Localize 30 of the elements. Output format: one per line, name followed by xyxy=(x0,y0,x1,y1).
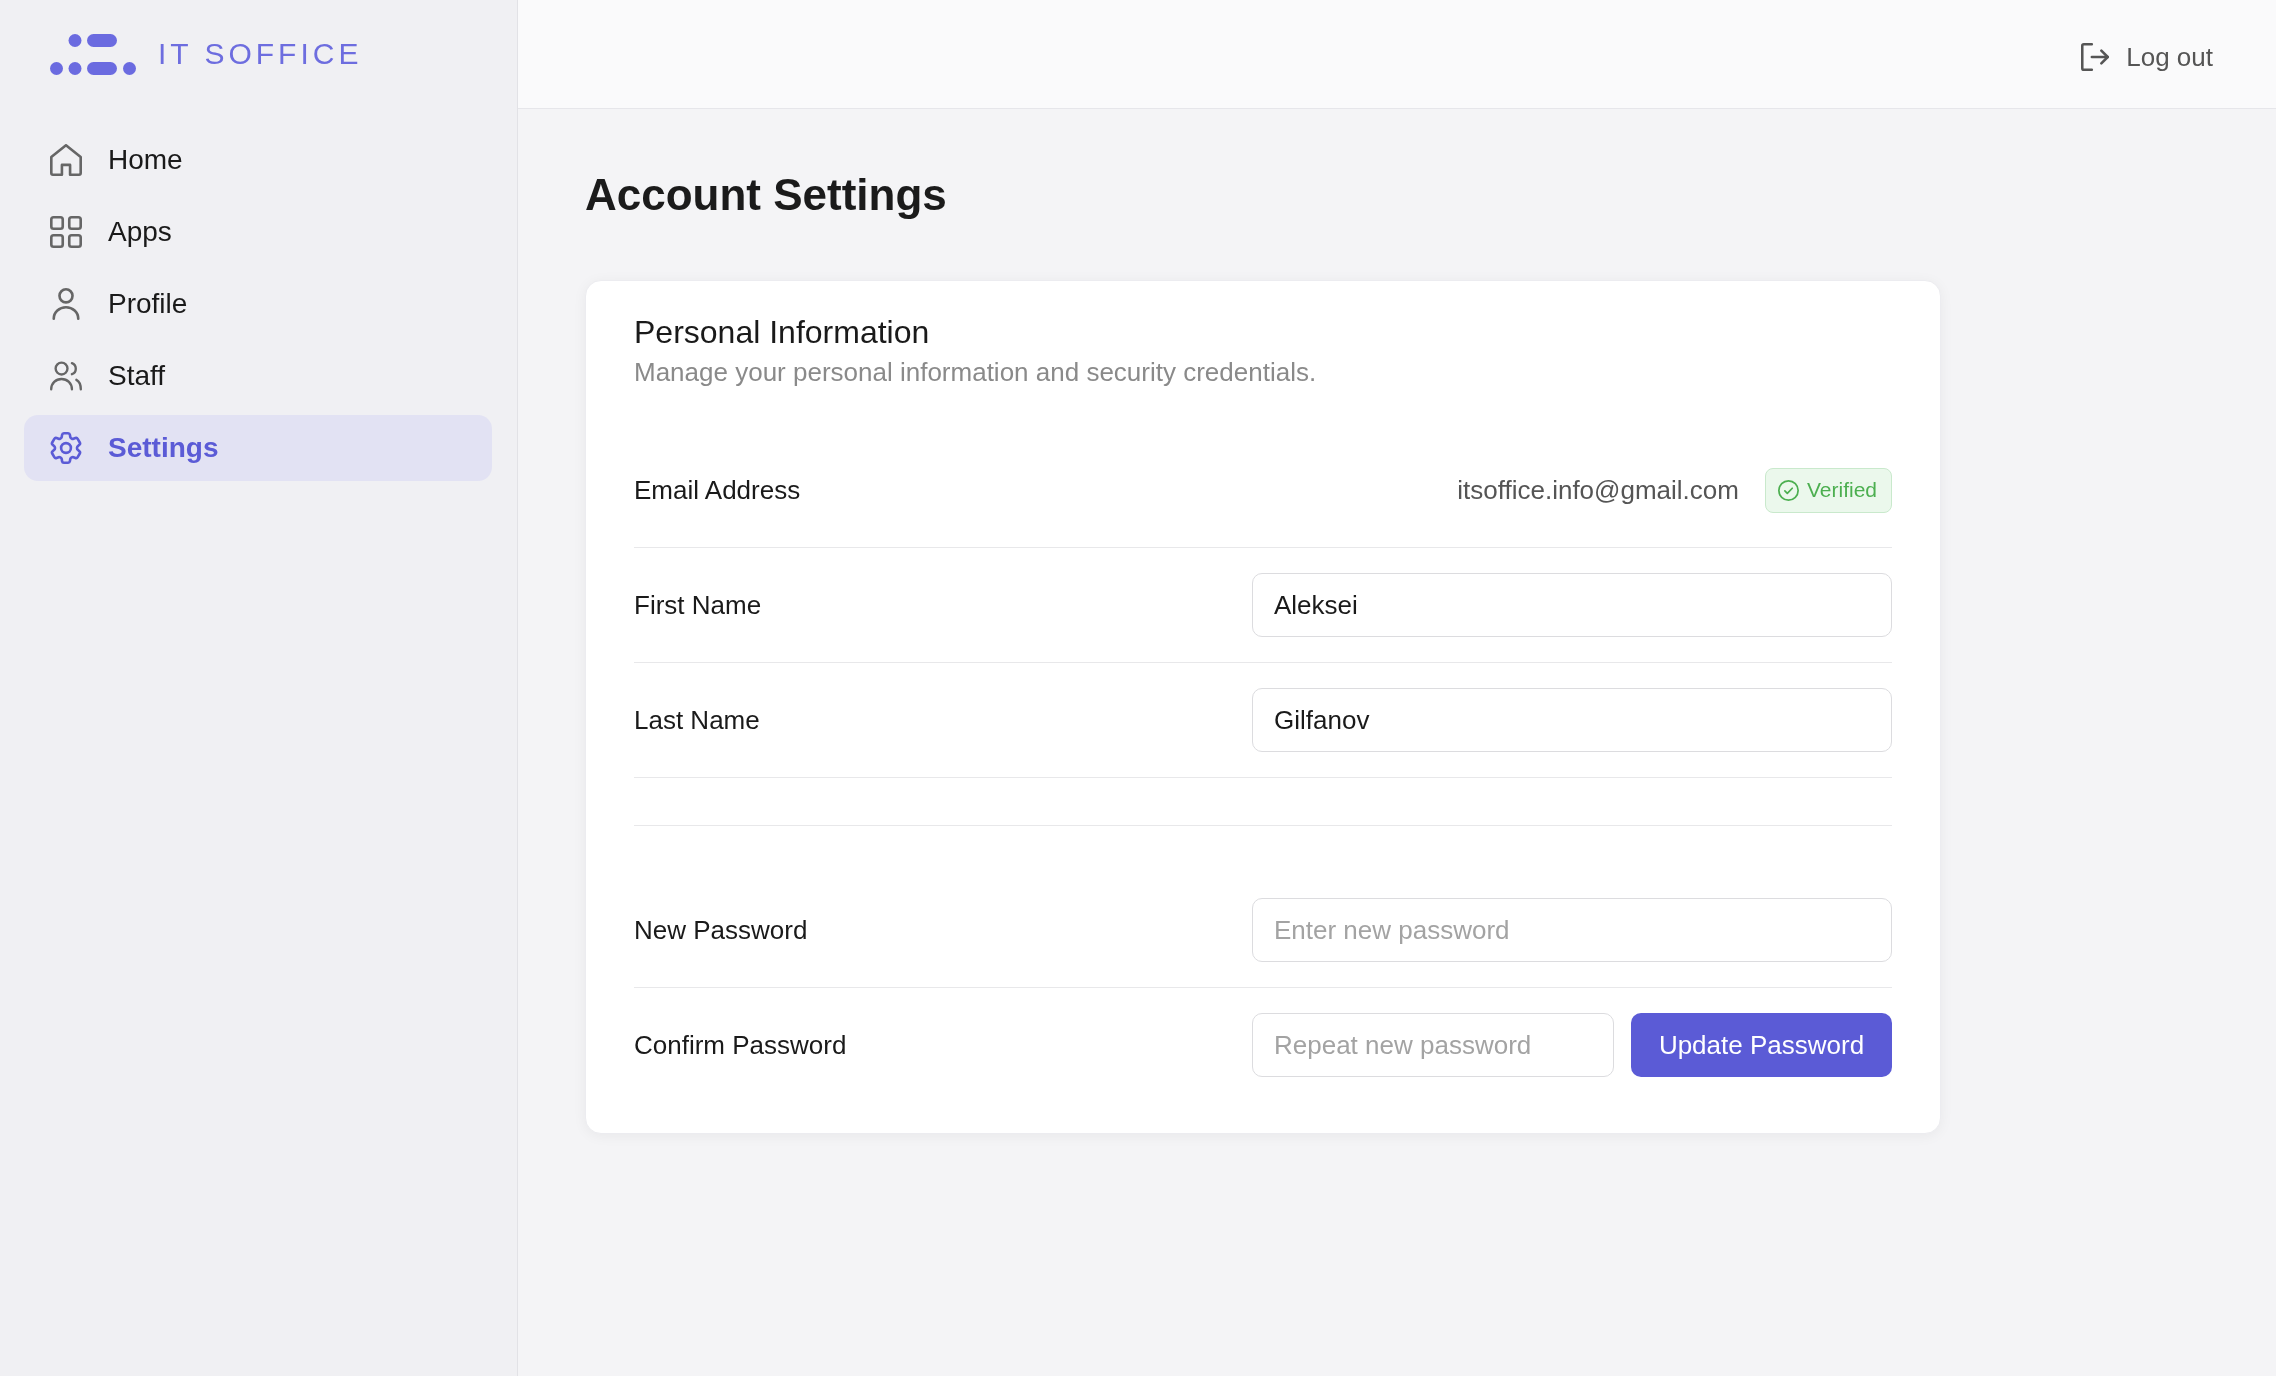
logo-icon xyxy=(50,33,136,75)
field-label: Email Address xyxy=(634,473,802,507)
settings-icon xyxy=(50,432,82,464)
card-subtitle: Manage your personal information and security credentials. xyxy=(634,356,1318,389)
input-field[interactable]: Gilfanov xyxy=(1252,688,1892,752)
field-label: First Name xyxy=(634,588,763,622)
grid-icon xyxy=(50,216,82,248)
sidebar-item[interactable]: Settings xyxy=(24,415,492,481)
logout-link[interactable]: Log out xyxy=(2081,37,2213,77)
sidebar-item[interactable]: Home xyxy=(24,127,492,193)
users-icon xyxy=(50,360,82,392)
field-label: Confirm Password xyxy=(634,1028,848,1062)
input-field[interactable]: Aleksei xyxy=(1252,573,1892,637)
field-label: New Password xyxy=(634,913,809,947)
page-title: Account Settings xyxy=(585,169,948,221)
input-field[interactable]: Repeat new password xyxy=(1252,1013,1614,1077)
input-field[interactable]: Enter new password xyxy=(1252,898,1892,962)
update-password-button[interactable]: Update Password xyxy=(1631,1013,1892,1077)
field-label: Last Name xyxy=(634,703,761,737)
email-value: itsoffice.info@gmail.com xyxy=(1457,473,1739,507)
user-icon xyxy=(50,288,82,320)
sidebar-item[interactable]: Profile xyxy=(24,271,492,337)
logo-text: IT SOFFICE xyxy=(158,39,363,69)
home-icon xyxy=(50,144,82,176)
card-title: Personal Information xyxy=(634,313,931,351)
sidebar-item[interactable]: Staff xyxy=(24,343,492,409)
verified-label: Verified xyxy=(1806,477,1877,504)
sidebar-item[interactable]: Apps xyxy=(24,199,492,265)
logout-icon xyxy=(2081,43,2110,71)
check-circle-icon xyxy=(1777,479,1799,501)
